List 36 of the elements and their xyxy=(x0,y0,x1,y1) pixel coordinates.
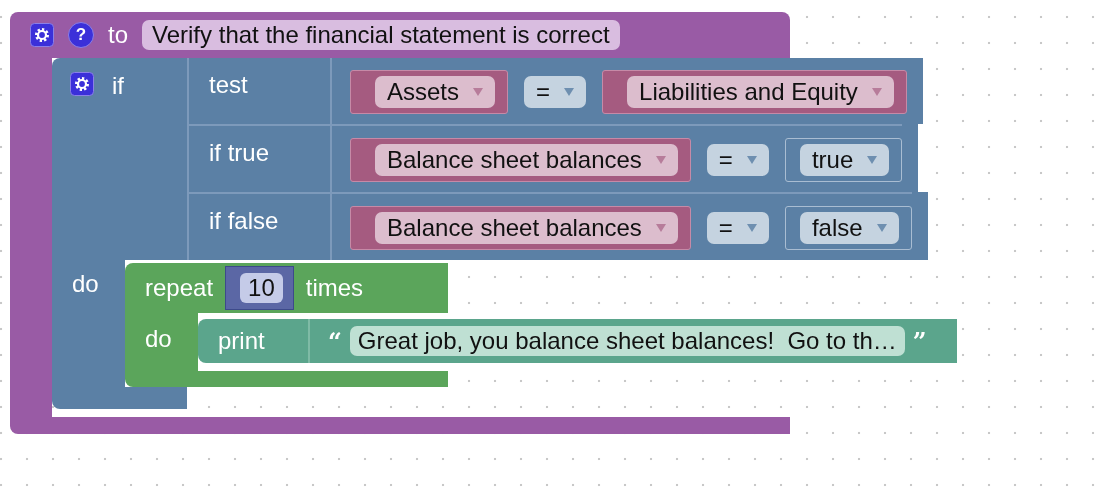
do-label: do xyxy=(72,270,99,297)
text-field[interactable]: Great job, you balance sheet balances! Go to th… xyxy=(349,326,905,356)
variable-block[interactable]: Balance sheet balances xyxy=(350,206,691,250)
keyword-label: times xyxy=(305,274,364,302)
compare-block[interactable]: Balance sheet balances = true xyxy=(350,138,903,182)
input-label: if false xyxy=(187,192,330,260)
variable-block[interactable]: Balance sheet balances xyxy=(350,138,691,182)
print-block[interactable]: print “ Great job, you balance sheet balances! Go to th… ” xyxy=(198,319,957,363)
compare-block[interactable]: Balance sheet balances = false xyxy=(350,206,912,250)
variable-block[interactable]: Assets xyxy=(350,70,509,114)
quote-mark: ” xyxy=(912,326,927,356)
keyword-label: to xyxy=(108,21,128,49)
keyword-label: print xyxy=(218,327,266,355)
keyword-label: repeat xyxy=(145,274,214,302)
number-block[interactable]: 10 xyxy=(225,266,294,310)
help-icon[interactable]: ? xyxy=(68,22,94,48)
boolean-dropdown[interactable]: false xyxy=(799,212,899,244)
boolean-block[interactable]: true xyxy=(784,138,903,182)
do-label: do xyxy=(145,325,172,352)
boolean-block[interactable]: false xyxy=(784,206,912,250)
quote-mark: “ xyxy=(328,326,342,356)
compare-block[interactable]: Assets = Liabilities and Equity xyxy=(350,70,907,114)
operator-dropdown[interactable]: = xyxy=(706,212,769,244)
operator-dropdown[interactable]: = xyxy=(524,76,587,108)
boolean-dropdown[interactable]: true xyxy=(799,144,890,176)
variable-block[interactable]: Liabilities and Equity xyxy=(602,70,907,114)
number-field[interactable]: 10 xyxy=(240,273,283,303)
input-label: test xyxy=(187,58,330,124)
procedure-name-field[interactable]: Verify that the financial statement is correct xyxy=(142,20,620,50)
operator-dropdown[interactable]: = xyxy=(706,144,769,176)
variable-dropdown[interactable]: Assets xyxy=(375,76,496,108)
variable-dropdown[interactable]: Balance sheet balances xyxy=(375,144,678,176)
variable-dropdown[interactable]: Liabilities and Equity xyxy=(627,76,894,108)
input-label: if true xyxy=(187,124,330,192)
variable-dropdown[interactable]: Balance sheet balances xyxy=(375,212,678,244)
keyword-label: if xyxy=(112,72,124,100)
